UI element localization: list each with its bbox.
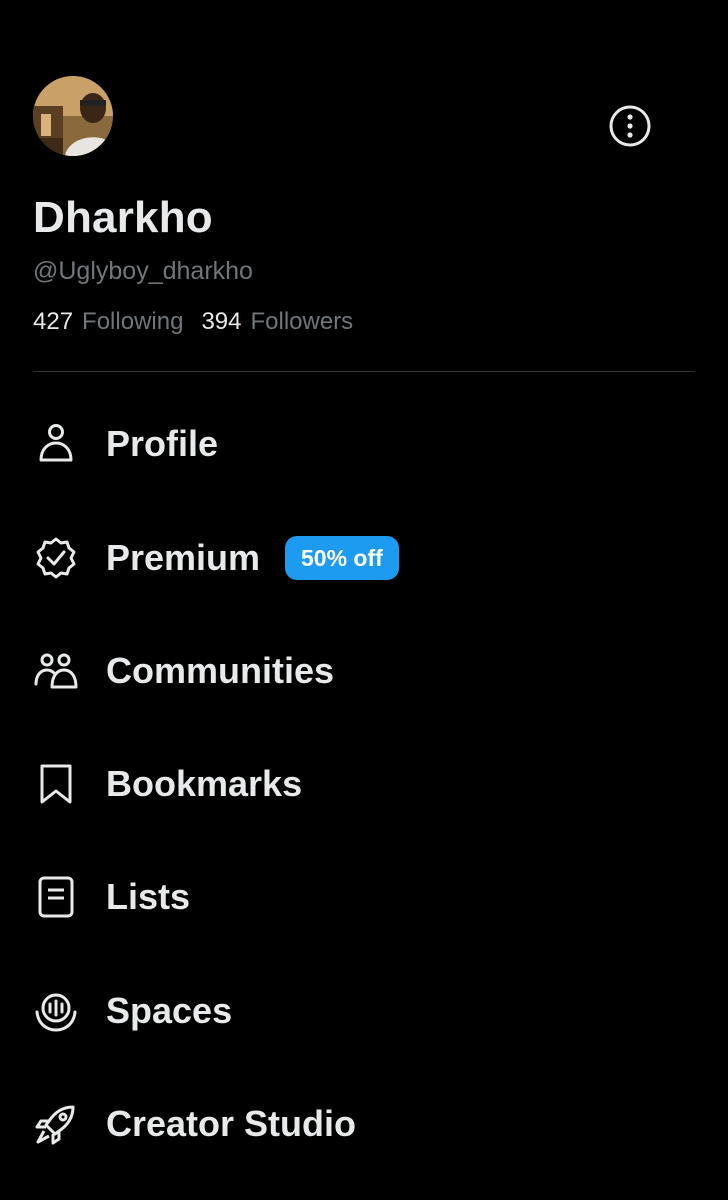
menu-label-bookmarks: Bookmarks [106, 763, 303, 804]
followers-label: Followers [250, 308, 354, 335]
more-options-button[interactable] [606, 102, 654, 150]
rocket-icon [33, 1101, 79, 1147]
menu-item-lists[interactable]: Lists [0, 841, 728, 953]
user-handle: @Uglyboy_dharkho [33, 257, 253, 285]
menu-item-spaces[interactable]: Spaces [0, 955, 728, 1067]
discount-badge[interactable]: 50% off [285, 536, 399, 580]
menu-item-communities[interactable]: Communities [0, 615, 728, 727]
divider [33, 371, 695, 372]
more-vertical-icon [609, 105, 651, 147]
menu-label-spaces: Spaces [106, 990, 233, 1031]
menu-item-bookmarks[interactable]: Bookmarks [0, 728, 728, 840]
follow-stats: 427 Following 394 Followers [33, 306, 353, 338]
bookmark-icon [33, 761, 79, 807]
followers-link[interactable]: 394 Followers [201, 306, 353, 338]
following-count: 427 [33, 308, 74, 335]
menu-item-premium[interactable]: Premium 50% off [0, 502, 728, 614]
menu-item-profile[interactable]: Profile [0, 388, 728, 500]
communities-icon [33, 648, 79, 694]
menu-label-profile: Profile [106, 423, 219, 464]
spaces-icon [33, 988, 79, 1034]
following-link[interactable]: 427 Following [33, 306, 183, 338]
menu-item-creator-studio[interactable]: Creator Studio [0, 1068, 728, 1180]
menu-label-communities: Communities [106, 650, 335, 691]
menu-label-premium: Premium [106, 537, 261, 578]
menu-label-lists: Lists [106, 876, 191, 917]
person-icon [33, 421, 79, 467]
following-label: Following [82, 308, 184, 335]
display-name: Dharkho [33, 193, 213, 242]
list-icon [33, 874, 79, 920]
verified-badge-icon [33, 535, 79, 581]
menu-label-creator-studio: Creator Studio [106, 1103, 357, 1144]
followers-count: 394 [201, 308, 242, 335]
avatar-photo [33, 76, 113, 156]
avatar[interactable] [33, 76, 113, 156]
